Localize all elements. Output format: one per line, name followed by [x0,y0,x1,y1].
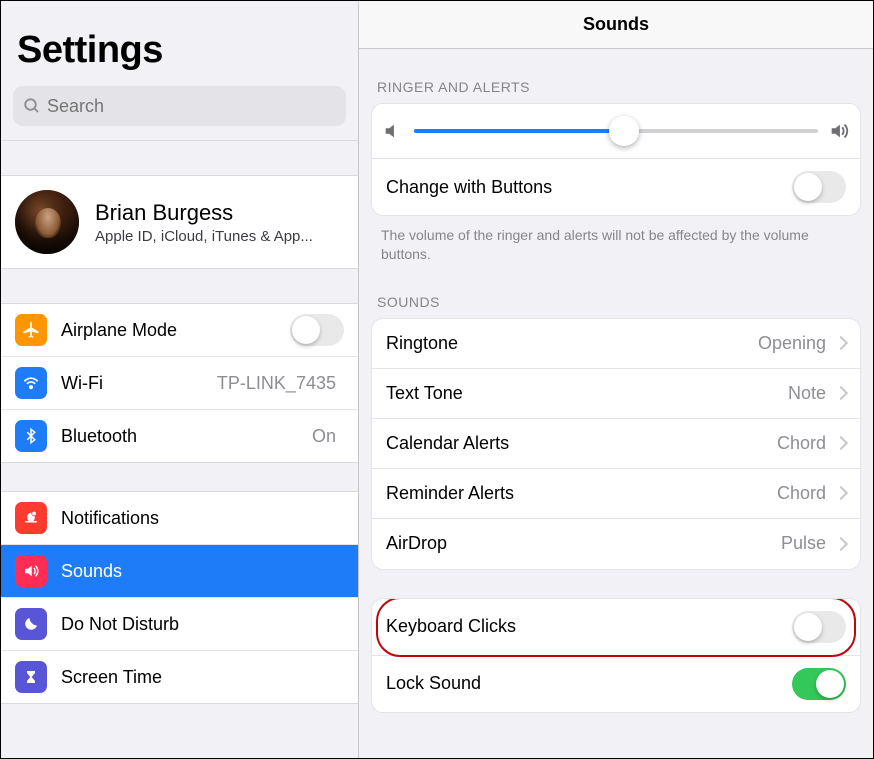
row-label: AirDrop [386,533,781,554]
row-label: Bluetooth [61,426,312,447]
sidebar-header: Settings [1,1,358,82]
row-label: Do Not Disturb [61,614,344,635]
search-input[interactable] [47,96,336,117]
chevron-right-icon [834,386,848,400]
lock-sound-row[interactable]: Lock Sound [372,656,860,712]
group-label-ringer: Ringer and Alerts [359,49,873,103]
connectivity-section: Airplane Mode Wi-Fi TP-LINK_7435 Bluetoo… [1,304,358,462]
wifi-icon [15,367,47,399]
slider-thumb[interactable] [609,116,639,146]
calendar-alerts-row[interactable]: Calendar Alerts Chord [372,419,860,469]
group-ringer: Change with Buttons [371,103,861,216]
row-value: On [312,426,336,447]
divider [1,268,358,304]
search-icon [23,97,41,115]
keyboard-clicks-toggle[interactable] [792,611,846,643]
avatar [15,190,79,254]
hourglass-icon [15,661,47,693]
row-value: Chord [777,483,826,504]
volume-high-icon [828,120,850,142]
change-buttons-toggle[interactable] [792,171,846,203]
row-value: Pulse [781,533,826,554]
row-value: Chord [777,433,826,454]
divider [1,140,358,176]
row-label: Sounds [61,561,344,582]
row-value: TP-LINK_7435 [217,373,336,394]
sidebar: Settings Brian Burgess Apple ID, iCloud,… [1,1,359,758]
general-section: Notifications Sounds Do Not Disturb Scre… [1,492,358,703]
chevron-right-icon [834,436,848,450]
row-label: Lock Sound [386,673,792,694]
airdrop-row[interactable]: AirDrop Pulse [372,519,860,569]
sidebar-item-notifications[interactable]: Notifications [1,492,358,545]
detail-pane: Sounds Ringer and Alerts Change with But… [359,1,873,758]
row-value: Note [788,383,826,404]
group-toggles: Keyboard Clicks Lock Sound [371,598,861,713]
group-sounds: Ringtone Opening Text Tone Note Calendar… [371,318,861,570]
page-title: Settings [17,29,342,72]
row-label: Airplane Mode [61,320,290,341]
reminder-alerts-row[interactable]: Reminder Alerts Chord [372,469,860,519]
bell-icon [15,502,47,534]
profile-row[interactable]: Brian Burgess Apple ID, iCloud, iTunes &… [1,176,358,268]
profile-subtitle: Apple ID, iCloud, iTunes & App... [95,228,313,245]
keyboard-clicks-row[interactable]: Keyboard Clicks [372,599,860,656]
text-tone-row[interactable]: Text Tone Note [372,369,860,419]
row-label: Text Tone [386,383,788,404]
sidebar-item-screentime[interactable]: Screen Time [1,651,358,703]
volume-low-icon [382,120,404,142]
sidebar-item-airplane[interactable]: Airplane Mode [1,304,358,357]
volume-slider-row [372,104,860,159]
divider [1,462,358,492]
change-with-buttons-row[interactable]: Change with Buttons [372,159,860,215]
ringtone-row[interactable]: Ringtone Opening [372,319,860,369]
row-label: Change with Buttons [386,177,792,198]
airplane-icon [15,314,47,346]
profile-section: Brian Burgess Apple ID, iCloud, iTunes &… [1,176,358,268]
row-value: Opening [758,333,826,354]
divider [1,703,358,733]
footnote: The volume of the ringer and alerts will… [359,216,873,264]
speaker-icon [15,555,47,587]
row-label: Screen Time [61,667,344,688]
airplane-toggle[interactable] [290,314,344,346]
detail-header: Sounds [359,1,873,49]
row-label: Keyboard Clicks [386,616,792,637]
volume-slider[interactable] [414,129,818,133]
chevron-right-icon [834,486,848,500]
lock-sound-toggle[interactable] [792,668,846,700]
search-box[interactable] [13,86,346,126]
row-label: Wi-Fi [61,373,217,394]
bluetooth-icon [15,420,47,452]
sidebar-item-dnd[interactable]: Do Not Disturb [1,598,358,651]
sidebar-item-wifi[interactable]: Wi-Fi TP-LINK_7435 [1,357,358,410]
sidebar-item-bluetooth[interactable]: Bluetooth On [1,410,358,462]
row-label: Calendar Alerts [386,433,777,454]
group-label-sounds: Sounds [359,264,873,318]
row-label: Reminder Alerts [386,483,777,504]
chevron-right-icon [834,537,848,551]
profile-name: Brian Burgess [95,200,313,226]
row-label: Notifications [61,508,344,529]
sidebar-item-sounds[interactable]: Sounds [1,545,358,598]
moon-icon [15,608,47,640]
chevron-right-icon [834,336,848,350]
detail-title: Sounds [583,14,649,35]
row-label: Ringtone [386,333,758,354]
